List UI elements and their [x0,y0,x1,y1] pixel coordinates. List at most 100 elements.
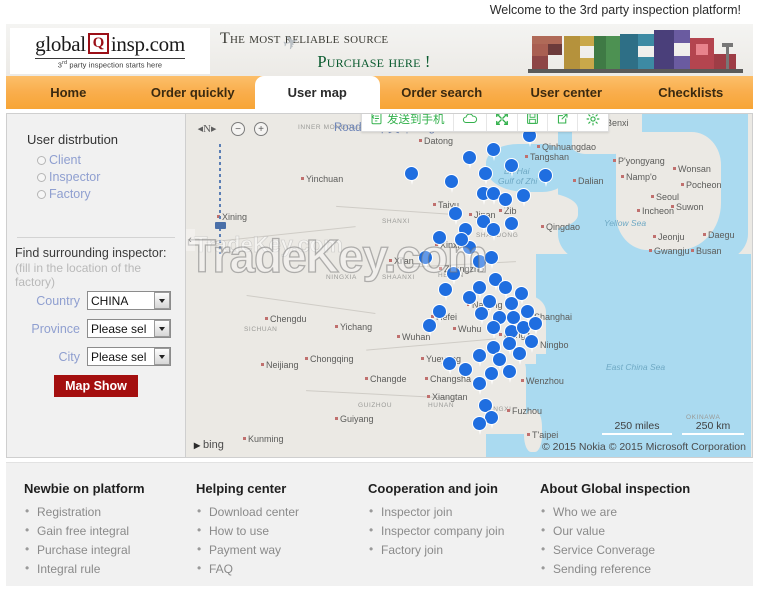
nav-item-home[interactable]: Home [6,76,131,109]
country-select-value: CHINA [91,293,129,308]
zoom-out-button[interactable]: − [231,122,245,136]
map-pin-head [498,192,513,207]
banner-line-2: Purchase here ! [317,52,431,71]
zoom-in-button[interactable]: + [254,122,268,136]
map-pin[interactable] [498,280,513,299]
compass-icon[interactable]: ◀ N ▶ [192,118,222,140]
footer-link[interactable]: Gain free integral [24,521,196,541]
map-pin[interactable] [498,192,513,211]
footer-link[interactable]: Service Converage [540,540,712,560]
map-pin[interactable] [422,318,437,337]
fullscreen-button[interactable] [487,114,518,131]
top-bar: Welcome to the 3rd party inspection plat… [0,0,759,24]
map-pin[interactable] [454,232,469,251]
footer-list: Registration Gain free integral Purchase… [24,502,196,579]
footer-link[interactable]: Sending reference [540,559,712,579]
settings-button[interactable] [578,114,608,131]
radio-client[interactable]: Client [37,153,177,167]
map-pin[interactable] [486,142,501,161]
save-button[interactable] [518,114,548,131]
map-pin[interactable] [446,266,461,285]
footer-link[interactable]: FAQ [196,559,368,579]
city-select[interactable]: Please sel [87,347,171,366]
map-pin[interactable] [478,166,493,185]
city-select-value: Please sel [91,349,147,364]
map-pin[interactable] [448,206,463,225]
map-pin[interactable] [484,250,499,269]
map-pin[interactable] [462,290,477,309]
radio-inspector[interactable]: Inspector [37,170,177,184]
map-pin[interactable] [444,174,459,193]
bing-logo[interactable]: ▸ bing [194,438,224,452]
site-logo[interactable]: global Q insp.com 3rd party inspection s… [10,28,210,74]
city-row: City Please sel [15,347,177,366]
map-canvas[interactable]: NORTH KOSOUTH KOREAINNER MONGOLIASICHUAN… [186,114,752,457]
footer-link[interactable]: Who we are [540,502,712,522]
map-city-dot [649,249,652,252]
radio-factory[interactable]: Factory [37,187,177,201]
map-pin[interactable] [418,250,433,269]
map-city-dot [521,379,524,382]
map-pin[interactable] [504,216,519,235]
country-row: Country CHINA [15,291,177,310]
map-pin[interactable] [502,364,517,383]
radio-dot-icon [37,172,46,182]
country-select[interactable]: CHINA [87,291,171,310]
nav-item-order-quickly[interactable]: Order quickly [131,76,256,109]
map-pin[interactable] [486,320,501,339]
map-pin[interactable] [472,376,487,395]
province-row: Province Please sel [15,319,177,338]
footer-link[interactable]: How to use [196,521,368,541]
map-pin[interactable] [404,166,419,185]
main-navigation: Home Order quickly User map Order search… [6,76,753,109]
footer-link[interactable]: Registration [24,502,196,522]
footer-link[interactable]: Factory join [368,540,540,560]
map-city-dot [261,363,264,366]
city-label: City [58,349,80,364]
nav-item-user-map[interactable]: User map [255,76,380,109]
map-pin[interactable] [512,346,527,365]
map-pin[interactable] [538,168,553,187]
nav-item-order-search[interactable]: Order search [380,76,505,109]
map-pin[interactable] [514,286,529,305]
footer-link[interactable]: Inspector join [368,502,540,522]
map-city-dot [301,177,304,180]
cloud-icon [462,114,477,123]
footer-link[interactable]: Our value [540,521,712,541]
map-pin[interactable] [432,304,447,323]
map-collapse-handle[interactable]: ‹ [186,229,195,251]
chevron-down-icon [154,292,170,309]
map-pin[interactable] [438,282,453,301]
map-area[interactable]: ‹ NORTH KOSOU [185,114,752,457]
map-pin[interactable] [442,356,457,375]
zoom-slider-thumb[interactable] [215,222,226,229]
map-pin[interactable] [472,348,487,367]
send-to-phone-button[interactable]: 发送到手机 [362,114,454,131]
nav-item-checklists[interactable]: Checklists [629,76,754,109]
map-pin[interactable] [462,150,477,169]
footer-link[interactable]: Integral rule [24,559,196,579]
map-pin[interactable] [528,316,543,335]
nav-item-user-center[interactable]: User center [504,76,629,109]
share-button[interactable] [548,114,578,131]
footer-link[interactable]: Purchase integral [24,540,196,560]
map-pin[interactable] [472,416,487,435]
map-pin[interactable] [504,158,519,177]
footer-link[interactable]: Inspector company join [368,521,540,541]
map-show-button[interactable]: Map Show [54,375,138,397]
map-pin[interactable] [474,306,489,325]
cloud-button[interactable] [454,114,487,131]
footer-link[interactable]: Download center [196,502,368,522]
map-attribution: © 2015 Nokia © 2015 Microsoft Corporatio… [542,441,746,453]
footer-link[interactable]: Payment way [196,540,368,560]
map-pin[interactable] [486,222,501,241]
map-pin[interactable] [516,188,531,207]
province-select[interactable]: Please sel [87,319,171,338]
map-pin[interactable] [458,362,473,381]
map-city-dot [637,209,640,212]
map-city-dot [703,233,706,236]
map-pin-head [422,318,437,333]
map-city-dot [691,249,694,252]
map-pin[interactable] [432,230,447,249]
zoom-slider[interactable] [215,144,226,254]
